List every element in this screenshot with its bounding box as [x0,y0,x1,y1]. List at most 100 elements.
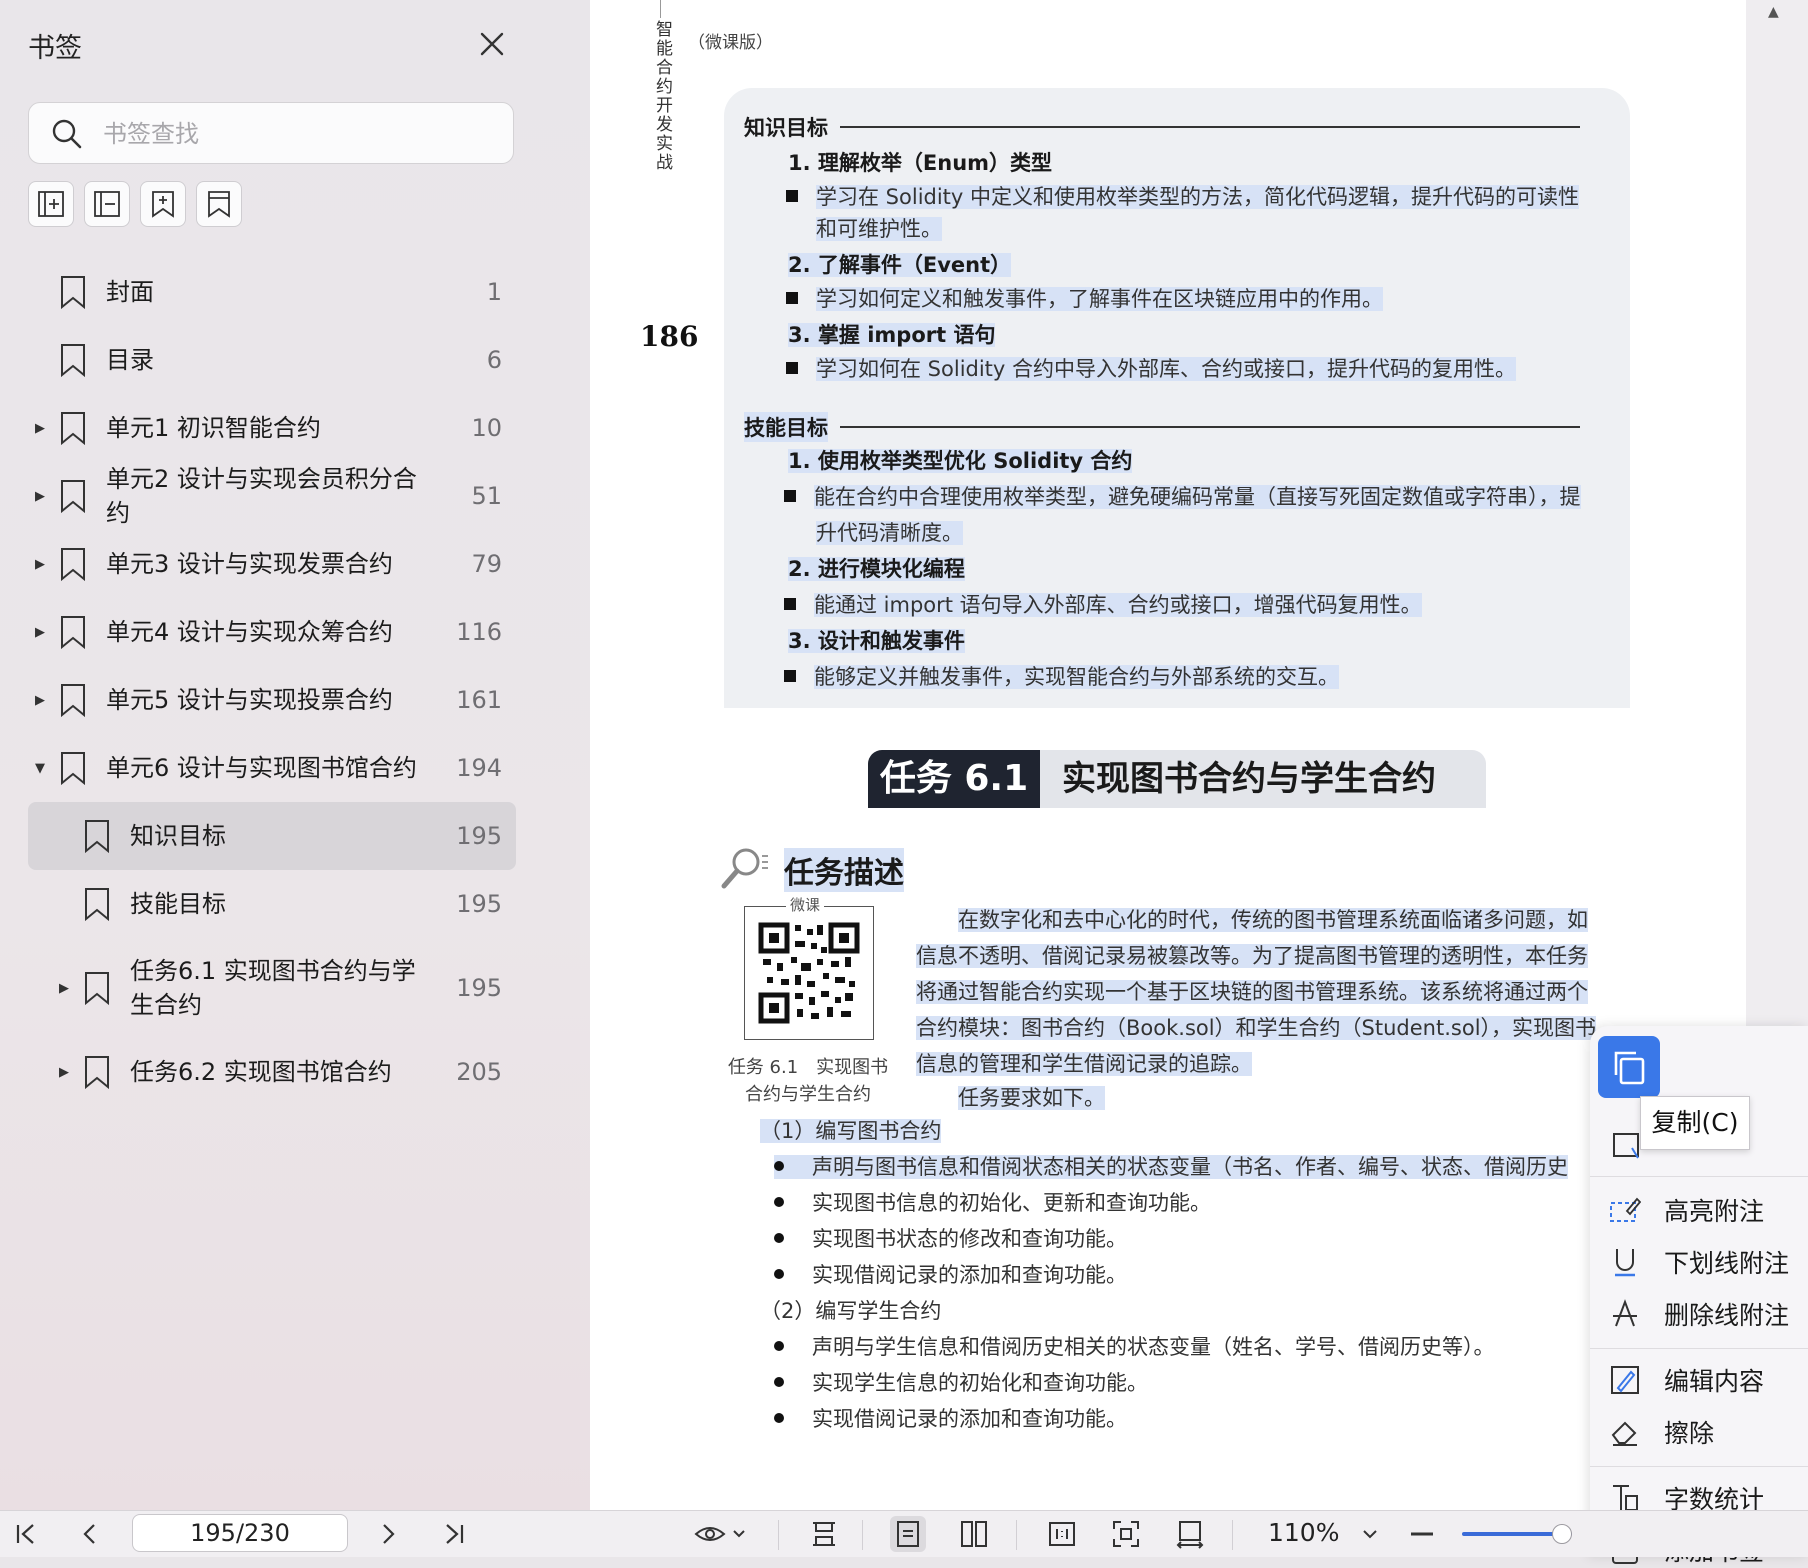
bookmark-page: 10 [471,414,502,442]
knowledge-title-1: 1. 理解枚举（Enum）类型 [788,151,1053,175]
bookmark-page: 194 [456,754,502,782]
strikethrough-annotation-item[interactable]: 删除线附注 [1608,1296,1789,1332]
bookmark-icon [61,276,85,309]
bookmark-item[interactable]: ▶ 单元2 设计与实现会员积分合约 51 [28,462,516,530]
underline-annotation-item[interactable]: 下划线附注 [1608,1244,1789,1280]
edit-icon [1608,1363,1642,1397]
view-mode-eye-icon[interactable] [692,1516,752,1552]
running-head-sub: （微课版） [688,33,773,53]
bookmark-label: 封面 [106,278,154,306]
bookmark-item[interactable]: ▶ 单元1 初识智能合约 10 [28,394,516,462]
bookmark-icon [61,480,85,513]
page-indicator-input[interactable]: 195/230 [132,1514,348,1552]
previous-page-icon[interactable] [72,1516,108,1552]
expand-arrow-icon[interactable]: ▶ [28,489,52,504]
bookmark-search-box[interactable] [28,102,514,164]
bookmark-item[interactable]: 封面 1 [28,258,516,326]
expand-arrow-icon[interactable]: ▶ [28,557,52,572]
bookmark-search-input[interactable] [101,113,495,155]
highlight-annotation-item[interactable]: 高亮附注 [1608,1192,1764,1228]
add-child-bookmark-button[interactable] [140,181,186,227]
qr-code[interactable] [744,906,874,1040]
sidebar-title: 书签 [28,33,82,64]
skill-title-1: 1. 使用枚举类型优化 Solidity 合约 [788,449,1133,473]
zoom-dropdown-icon[interactable] [1352,1516,1388,1552]
knowledge-line: 学习如何在 Solidity 合约中导入外部库、合约或接口，提升代码的复用性。 [786,354,1517,384]
page-number: 186 [640,320,699,353]
bookmark-page: 195 [456,974,502,1002]
bookmark-label: 单元5 设计与实现投票合约 [106,686,393,714]
book-item: 声明与图书信息和借阅状态相关的状态变量（书名、作者、编号、状态、借阅历史 [774,1150,1594,1184]
bookmark-label: 技能目标 [130,890,226,918]
book-item: 实现图书信息的初始化、更新和查询功能。 [774,1186,1211,1220]
description-line: 信息的管理和学生借阅记录的追踪。 [916,1052,1252,1076]
last-page-icon[interactable] [436,1516,472,1552]
edit-content-item[interactable]: 编辑内容 [1608,1362,1764,1398]
fit-width-icon[interactable] [1172,1516,1208,1552]
scroll-up-icon[interactable]: ▲ [1768,4,1779,20]
single-page-icon[interactable] [890,1516,926,1552]
bookmark-item[interactable]: ▶ 单元4 设计与实现众筹合约 116 [28,598,516,666]
bookmark-label: 任务6.2 实现图书馆合约 [130,1058,392,1086]
bookmark-item[interactable]: ▶ 任务6.2 实现图书馆合约 205 [28,1038,516,1106]
bookmark-item[interactable]: 目录 6 [28,326,516,394]
erase-item[interactable]: 擦除 [1608,1414,1714,1450]
knowledge-title-3: 3. 掌握 import 语句 [788,323,996,347]
description-line: 信息不透明、借阅记录易被篡改等。为了提高图书管理的透明性，本任务 [916,944,1588,968]
knowledge-heading: 知识目标 [744,112,1580,142]
close-icon[interactable] [478,30,506,58]
task-title: 实现图书合约与学生合约 [1040,750,1486,808]
highlight-icon [1608,1193,1642,1227]
student-item: 实现借阅记录的添加和查询功能。 [774,1402,1127,1436]
zoom-slider-handle[interactable] [1552,1524,1572,1544]
expand-arrow-icon[interactable]: ▶ [28,421,52,436]
collapse-bookmark-button[interactable] [84,181,130,227]
fit-page-icon[interactable] [1108,1516,1144,1552]
bookmark-item[interactable]: 技能目标 195 [28,870,516,938]
expand-arrow-icon[interactable]: ▶ [52,981,76,996]
double-page-icon[interactable] [956,1516,992,1552]
description-line: 将通过智能合约实现一个基于区块链的图书管理系统。该系统将通过两个 [916,980,1588,1004]
bookmark-label: 单元4 设计与实现众筹合约 [106,618,393,646]
add-bookmark-icon [38,191,64,217]
bookmark-item[interactable]: ▶ 任务6.1 实现图书合约与学生合约 195 [28,938,516,1038]
skill-line: 能通过 import 语句导入外部库、合约或接口，增强代码复用性。 [784,590,1422,620]
copy-icon [1614,1051,1645,1085]
task-banner: 任务 6.1 实现图书合约与学生合约 [868,750,1486,808]
actual-size-icon[interactable] [1044,1516,1080,1552]
bookmark-sidebar: 书签 封面 1 目录 6 ▶ 单元1 初识智能合约 10 ▶ 单元2 设计与实现会员积分合… [0,0,591,1510]
first-page-icon[interactable] [8,1516,44,1552]
bookmark-label: 目录 [106,346,154,374]
bookmark-outline-button[interactable] [196,181,242,227]
bookmark-item[interactable]: ▶ 单元3 设计与实现发票合约 79 [28,530,516,598]
bookmark-label: 单元2 设计与实现会员积分合约 [106,465,417,527]
task-description-heading: 任务描述 [784,848,904,892]
bookmark-item-selected[interactable]: 知识目标 195 [28,802,516,870]
next-page-icon[interactable] [370,1516,406,1552]
zoom-out-icon[interactable] [1404,1516,1440,1552]
skill-line: 能够定义并触发事件，实现智能合约与外部系统的交互。 [784,662,1339,692]
knowledge-line: 学习如何定义和触发事件，了解事件在区块链应用中的作用。 [786,284,1383,314]
expand-arrow-icon[interactable]: ▶ [52,1065,76,1080]
copy-button[interactable] [1598,1036,1660,1098]
bookmark-item[interactable]: ▶ 单元5 设计与实现投票合约 161 [28,666,516,734]
bookmark-page: 51 [471,482,502,510]
bookmark-icon [61,616,85,649]
collapse-arrow-icon[interactable]: ▼ [28,761,52,776]
expand-arrow-icon[interactable]: ▶ [28,693,52,708]
add-bookmark-button[interactable] [28,181,74,227]
bookmark-list: 封面 1 目录 6 ▶ 单元1 初识智能合约 10 ▶ 单元2 设计与实现会员积分合约 51… [28,258,516,1106]
zoom-level[interactable]: 110% [1268,1518,1339,1547]
bookmark-page: 195 [456,822,502,850]
bookmark-page: 116 [456,618,502,646]
collapse-bookmark-icon [94,191,120,217]
bookmark-page: 1 [486,278,502,306]
text-box-icon[interactable] [1612,1130,1642,1160]
expand-arrow-icon[interactable]: ▶ [28,625,52,640]
continuous-scroll-icon[interactable] [806,1516,842,1552]
search-icon [51,118,83,154]
strikethrough-icon [1608,1297,1642,1331]
bookmark-item[interactable]: ▼ 单元6 设计与实现图书馆合约 194 [28,734,516,802]
description-line: 在数字化和去中心化的时代，传统的图书管理系统面临诸多问题，如 [958,908,1588,932]
bookmark-icon [85,820,109,853]
